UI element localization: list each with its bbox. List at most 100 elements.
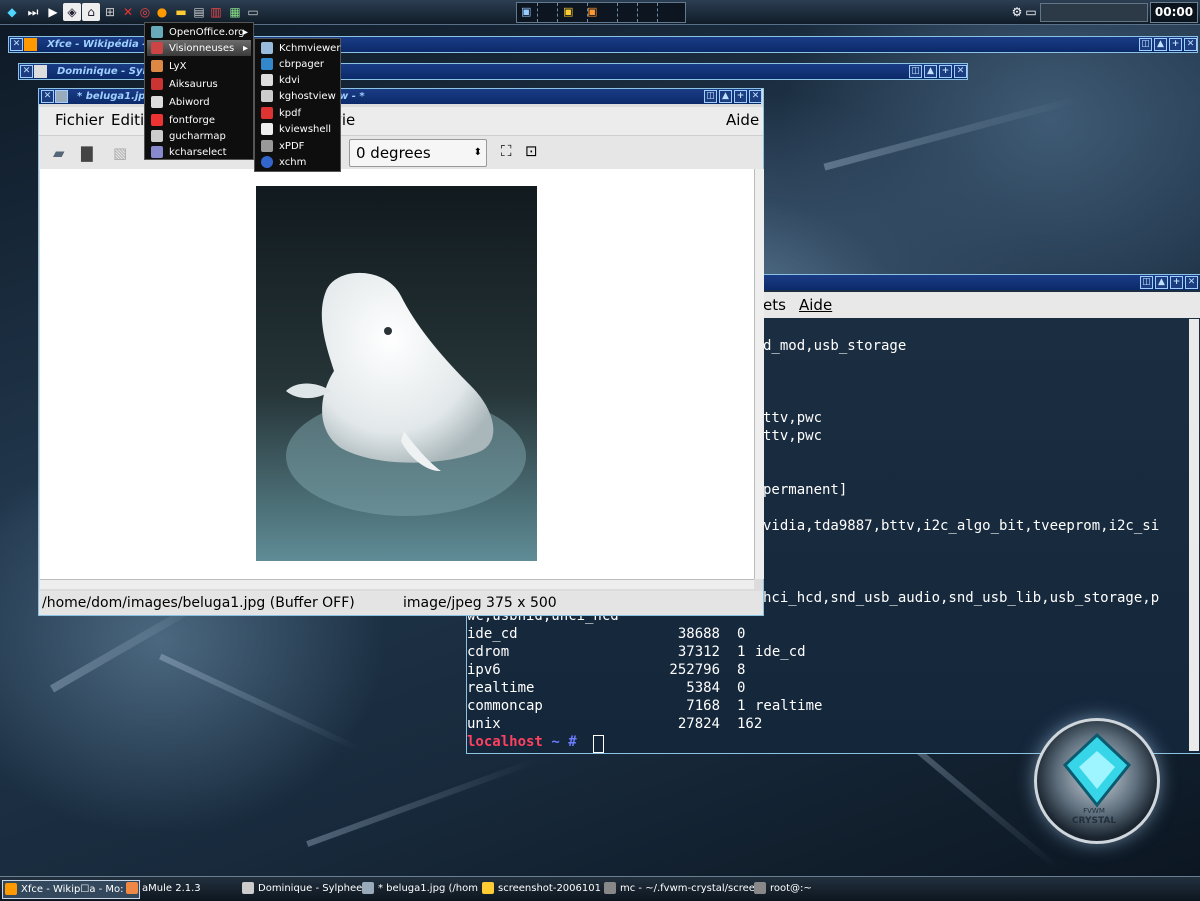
terminal-line: d_mod,usb_storage — [763, 338, 907, 354]
close-icon[interactable]: ✕ — [1185, 276, 1198, 289]
menu-item-kcharselect[interactable]: kcharselect — [147, 144, 251, 160]
maximize-icon[interactable]: ▲ — [719, 90, 732, 103]
beluga-image — [256, 186, 537, 561]
monitor-icon[interactable]: ▭ — [244, 3, 262, 21]
print-icon[interactable]: ▇ — [81, 144, 93, 162]
firefox-icon[interactable]: ● — [153, 3, 171, 21]
fit-window-icon[interactable]: ⊡ — [525, 142, 538, 160]
menu-item-aiksaurus[interactable]: Aiksaurus — [147, 76, 251, 92]
terminal-titlebar[interactable]: ◫ ▲ + ✕ — [763, 275, 1199, 290]
terminal-menubar: ets Aide — [763, 292, 1200, 318]
window-title-suffix: w - * — [339, 91, 365, 102]
terminal-cursor[interactable] — [593, 735, 604, 753]
menu-aide[interactable]: Aide — [726, 111, 759, 129]
maximize-icon[interactable]: ▲ — [1154, 38, 1167, 51]
maximize-icon[interactable]: ▲ — [924, 65, 937, 78]
menu-item-kdvi[interactable]: kdvi — [257, 72, 300, 88]
menu-item-fontforge[interactable]: fontforge — [147, 112, 251, 128]
menu-item-kghostview[interactable]: kghostview — [257, 88, 336, 104]
iconify-icon[interactable]: + — [1170, 276, 1183, 289]
close-icon[interactable]: ✕ — [20, 65, 33, 78]
terminal-scrollbar[interactable] — [1189, 319, 1199, 751]
pager-window-icon: ▣ — [563, 5, 574, 18]
lifebuoy-icon[interactable]: ◎ — [136, 3, 154, 21]
prompt-path: ~ # — [543, 734, 577, 750]
wallpaper-shard — [823, 96, 1077, 171]
close-icon[interactable]: ✕ — [10, 38, 23, 51]
panel-input-field[interactable] — [1040, 3, 1148, 22]
wallpaper-shard — [159, 653, 361, 753]
task-wikipedia[interactable]: Xfce - Wikip☐a - Mo: — [2, 880, 140, 899]
firefox-icon — [24, 38, 37, 51]
fontforge-icon — [151, 114, 163, 126]
menu-item-kchmviewer[interactable]: Kchmviewer — [257, 40, 340, 56]
menu-signets[interactable]: ets — [763, 296, 786, 314]
shade-icon[interactable]: ◫ — [704, 90, 717, 103]
menu-item-visionneuses[interactable]: Visionneuses ▸ — [147, 40, 251, 56]
image-canvas[interactable] — [40, 169, 754, 579]
wallpaper-shard — [901, 736, 1059, 870]
task-mc[interactable]: mc - ~/.fvwm-crystal/screen — [602, 880, 766, 897]
module-used: 8 — [737, 662, 746, 678]
shade-icon[interactable]: ◫ — [909, 65, 922, 78]
task-root-terminal[interactable]: root@:~ — [752, 880, 890, 897]
close-icon[interactable]: ✕ — [954, 65, 967, 78]
book-icon[interactable]: ▥ — [207, 3, 225, 21]
open-folder-icon[interactable]: ▰ — [53, 144, 65, 162]
horizontal-scrollbar[interactable] — [40, 579, 754, 589]
menu-item-cbrpager[interactable]: cbrpager — [257, 56, 324, 72]
menu-item-lyx[interactable]: LyX — [147, 58, 251, 74]
menu-item-openoffice[interactable]: OpenOffice.org ▸ — [147, 24, 251, 40]
shade-icon[interactable]: ◫ — [1140, 276, 1153, 289]
viewer-statusbar: /home/dom/images/beluga1.jpg (Buffer OFF… — [39, 591, 763, 615]
menu-aide[interactable]: Aide — [799, 296, 832, 314]
menu-item-abiword[interactable]: Abiword — [147, 94, 251, 110]
vertical-scrollbar[interactable] — [754, 169, 764, 579]
skip-forward-icon[interactable]: ⏭ — [24, 3, 42, 21]
menu-fichier[interactable]: Fichier — [55, 111, 104, 129]
module-used: 0 — [737, 626, 746, 642]
close-icon[interactable]: ✕ — [41, 90, 54, 103]
kde-icon[interactable]: ◈ — [63, 3, 81, 21]
desktop-pager[interactable]: ▣ ▣ ▣ — [516, 2, 686, 23]
play-icon[interactable]: ▶ — [44, 3, 62, 21]
fullscreen-icon[interactable]: ⛶ — [501, 142, 512, 160]
module-name: realtime — [467, 680, 535, 696]
task-amule[interactable]: aMule 2.1.3 — [124, 880, 254, 897]
task-screenshot[interactable]: screenshot-2006101 — [480, 880, 614, 897]
calculator-icon[interactable]: ▦ — [226, 3, 244, 21]
task-viewer[interactable]: * beluga1.jpg (/hom — [360, 880, 494, 897]
close-icon[interactable]: ✕ — [749, 90, 762, 103]
menu-item-gucharmap[interactable]: gucharmap — [147, 128, 251, 144]
module-size: 38688 — [677, 626, 720, 642]
disabled-tool-icon[interactable]: ▧ — [113, 144, 127, 162]
menu-item-xpdf[interactable]: xPDF — [257, 138, 304, 154]
iconify-icon[interactable]: + — [734, 90, 747, 103]
home-icon[interactable]: ⌂ — [82, 3, 100, 21]
x-icon[interactable]: ✕ — [119, 3, 137, 21]
menu-item-kpdf[interactable]: kpdf — [257, 105, 301, 121]
network-icon[interactable]: ⊞ — [101, 3, 119, 21]
maximize-icon[interactable]: ▲ — [1155, 276, 1168, 289]
iconify-icon[interactable]: + — [1169, 38, 1182, 51]
mail-icon — [34, 65, 47, 78]
close-icon[interactable]: ✕ — [1184, 38, 1197, 51]
menu-edition[interactable]: Editi — [111, 111, 144, 129]
applications-menu: OpenOffice.org ▸ Visionneuses ▸ LyX Aiksau… — [144, 22, 254, 160]
menu-item-xchm[interactable]: xchm — [257, 154, 306, 170]
viewer-app-icon — [55, 90, 68, 103]
drive-icon[interactable]: ▭ — [1022, 3, 1040, 21]
shade-icon[interactable]: ◫ — [1139, 38, 1152, 51]
task-sylpheed[interactable]: Dominique - Sylphee — [240, 880, 374, 897]
menu-item-kviewshell[interactable]: kviewshell — [257, 121, 331, 137]
rotation-select[interactable]: 0 degrees ⬍ — [349, 139, 487, 167]
abiword-icon — [151, 96, 163, 108]
iconify-icon[interactable]: + — [939, 65, 952, 78]
mail-icon — [242, 882, 254, 894]
settings-icon[interactable]: ▤ — [190, 3, 208, 21]
terminal-line: vidia,tda9887,bttv,i2c_algo_bit,tveeprom… — [763, 518, 1160, 534]
terminal-line: ttv,pwc — [763, 410, 823, 426]
clock: 00:00 — [1150, 2, 1198, 23]
crystal-icon[interactable]: ◆ — [3, 3, 21, 21]
folder-icon[interactable]: ▬ — [172, 3, 190, 21]
